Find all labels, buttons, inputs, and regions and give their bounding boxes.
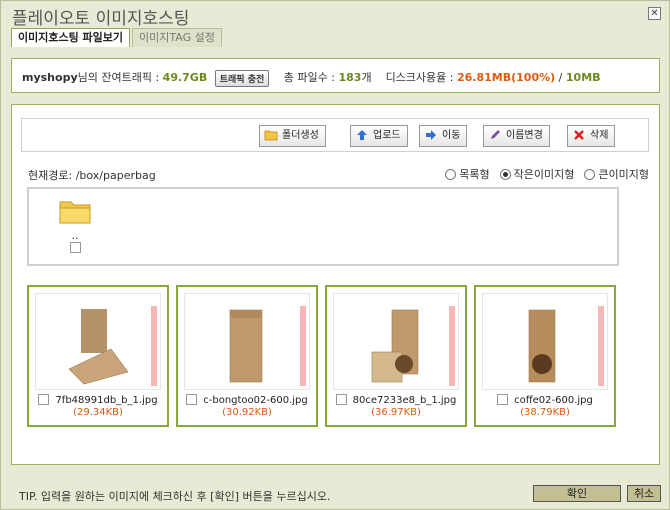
file-size: (38.79KB) — [520, 407, 570, 418]
image-thumbnail[interactable]: 7fb48991db_b_1.jpg (29.34KB) — [27, 285, 169, 427]
file-name-text: coffe02-600.jpg — [514, 395, 593, 406]
new-folder-label: 폴더생성 — [282, 130, 319, 141]
image-preview — [482, 293, 608, 390]
file-browser-panel: 폴더생성 업로드 이동 이름변경 삭제 현재경로: /box/paperbag … — [11, 104, 660, 465]
file-toolbar: 폴더생성 업로드 이동 이름변경 삭제 — [21, 118, 649, 152]
user-id: myshopy — [22, 71, 78, 84]
disk-separator: / — [558, 71, 563, 84]
move-button[interactable]: 이동 — [419, 125, 468, 147]
confirm-button[interactable]: 확인 — [533, 485, 621, 502]
file-name: coffe02-600.jpg — [476, 394, 614, 406]
folder-label: .. — [71, 229, 79, 242]
remaining-traffic-value: 49.7GB — [162, 71, 208, 84]
folder-icon[interactable] — [58, 197, 92, 225]
upload-button[interactable]: 업로드 — [350, 125, 408, 147]
view-large-image-label: 큰이미지형 — [598, 168, 649, 181]
title-bar: 플레이오토 이미지호스팅 ✕ — [1, 1, 669, 29]
view-small-image-label: 작은이미지형 — [513, 168, 575, 181]
folder-checkbox[interactable] — [69, 242, 81, 253]
file-size: (36.97KB) — [371, 407, 421, 418]
delete-button[interactable]: 삭제 — [567, 125, 616, 147]
parent-folder-item[interactable]: .. — [53, 197, 97, 256]
image-preview — [35, 293, 161, 390]
image-thumbnail[interactable]: 80ce7233e8_b_1.jpg (36.97KB) — [325, 285, 467, 427]
disk-used-value: 26.81MB(100%) — [457, 71, 556, 84]
image-thumbnail[interactable]: c-bongtoo02-600.jpg (30.92KB) — [176, 285, 318, 427]
traffic-info-panel: myshopy님의 잔여트래픽 : 49.7GB 트래픽 충전 총 파일수 : … — [11, 58, 660, 93]
disk-usage-label: 디스크사용율 : — [385, 71, 454, 84]
file-checkbox[interactable] — [335, 394, 347, 405]
traffic-charge-button[interactable]: 트래픽 충전 — [214, 69, 270, 87]
image-preview — [184, 293, 310, 390]
radio-button-selected[interactable] — [499, 168, 511, 180]
path-label: 현재경로: — [28, 169, 73, 182]
radio-button[interactable] — [445, 168, 457, 180]
image-thumbnail-grid: 7fb48991db_b_1.jpg (29.34KB) c-bongtoo02… — [27, 285, 627, 428]
arrow-up-icon — [355, 129, 369, 141]
delete-x-icon — [572, 129, 586, 141]
tab-bar: 이미지호스팅 파일보기 이미지TAG 설정 — [11, 28, 224, 47]
file-checkbox[interactable] — [497, 394, 509, 405]
image-preview — [333, 293, 459, 390]
file-checkbox[interactable] — [38, 394, 50, 405]
file-name-text: c-bongtoo02-600.jpg — [203, 395, 308, 406]
view-list-radio[interactable]: 목록형 — [445, 166, 490, 182]
folder-icon — [264, 129, 278, 141]
traffic-info-text: myshopy님의 잔여트래픽 : 49.7GB 트래픽 충전 총 파일수 : … — [22, 69, 601, 87]
file-name: c-bongtoo02-600.jpg — [178, 394, 316, 406]
file-name: 80ce7233e8_b_1.jpg — [327, 394, 465, 406]
view-list-label: 목록형 — [459, 168, 490, 181]
file-name-text: 80ce7233e8_b_1.jpg — [352, 395, 457, 406]
file-name: 7fb48991db_b_1.jpg — [29, 394, 167, 406]
view-mode-options: 목록형 작은이미지형 큰이미지형 — [445, 166, 649, 182]
view-small-image-radio[interactable]: 작은이미지형 — [499, 166, 575, 182]
arrow-right-icon — [424, 129, 438, 141]
radio-button[interactable] — [584, 168, 596, 180]
file-checkbox[interactable] — [186, 394, 198, 405]
file-count-unit: 개 — [361, 71, 372, 84]
view-large-image-radio[interactable]: 큰이미지형 — [584, 166, 649, 182]
remaining-label: 님의 잔여트래픽 : — [77, 71, 160, 84]
current-path: 현재경로: /box/paperbag — [28, 167, 156, 183]
window-title: 플레이오토 이미지호스팅 — [12, 9, 190, 29]
file-count-label: 총 파일수 : — [283, 71, 335, 84]
image-thumbnail[interactable]: coffe02-600.jpg (38.79KB) — [474, 285, 616, 427]
cancel-button[interactable]: 취소 — [627, 485, 661, 502]
file-name-text: 7fb48991db_b_1.jpg — [55, 395, 158, 406]
upload-label: 업로드 — [373, 130, 401, 141]
folder-list: .. — [27, 187, 619, 266]
pencil-icon — [488, 129, 502, 141]
file-size: (29.34KB) — [73, 407, 123, 418]
tab-image-tag-settings[interactable]: 이미지TAG 설정 — [132, 28, 222, 47]
footer-tip: TIP. 입력을 원하는 이미지에 체크하신 후 [확인] 버튼을 누르십시오. — [19, 490, 331, 503]
delete-label: 삭제 — [590, 130, 609, 141]
disk-total-value: 10MB — [565, 71, 601, 84]
tab-file-view[interactable]: 이미지호스팅 파일보기 — [11, 28, 131, 47]
rename-button[interactable]: 이름변경 — [483, 125, 550, 147]
image-hosting-window: 플레이오토 이미지호스팅 ✕ 이미지호스팅 파일보기 이미지TAG 설정 mys… — [0, 0, 670, 510]
file-count-value: 183 — [338, 71, 362, 84]
new-folder-button[interactable]: 폴더생성 — [259, 125, 326, 147]
rename-label: 이름변경 — [506, 130, 543, 141]
path-value: /box/paperbag — [75, 169, 156, 182]
file-size: (30.92KB) — [222, 407, 272, 418]
move-label: 이동 — [442, 130, 461, 141]
close-icon[interactable]: ✕ — [648, 7, 661, 20]
